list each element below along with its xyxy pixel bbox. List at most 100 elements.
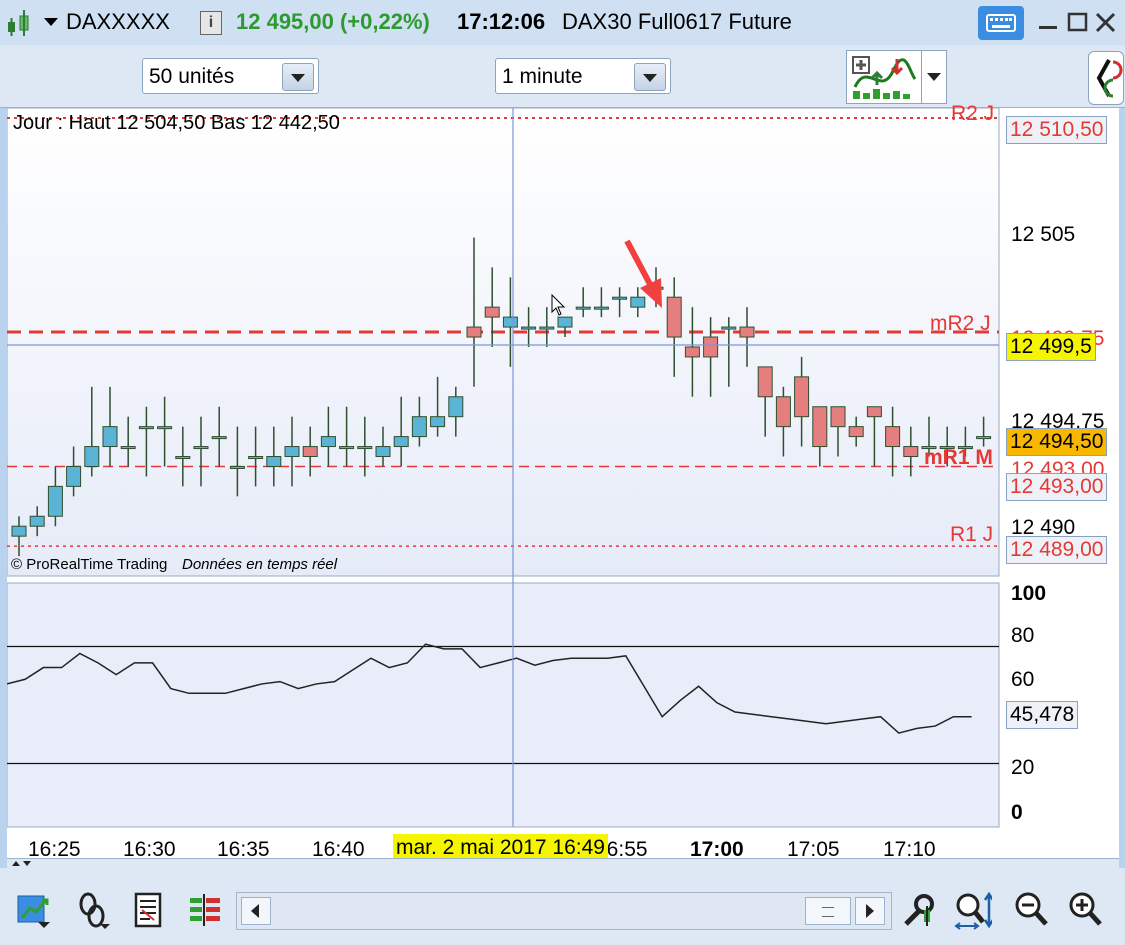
candle-body (266, 456, 282, 467)
candle-body (775, 396, 791, 428)
price-tag-low: 12 493,00 (1006, 473, 1108, 501)
candle-body (794, 376, 810, 418)
candle-body (84, 446, 100, 467)
minimize-icon[interactable] (1034, 8, 1062, 36)
candle-body (284, 446, 300, 458)
candle-body (557, 316, 573, 328)
collapse-up-icon[interactable] (12, 861, 20, 866)
indicator-tick: 20 (1011, 756, 1035, 779)
level-label-r1: R1 J (950, 523, 994, 546)
units-select[interactable]: 50 unités (142, 58, 319, 94)
horizontal-scrollbar[interactable] (236, 892, 892, 930)
candle-body (521, 326, 537, 330)
zoom-auto-icon[interactable] (952, 890, 992, 930)
price-change: 12 495,00 (+0,22%) (236, 9, 430, 34)
scroll-thumb-icon[interactable] (805, 897, 851, 925)
candle-body (903, 446, 919, 458)
realtime-label: Données en temps réel (182, 556, 338, 573)
scroll-right-icon[interactable] (855, 897, 885, 925)
indicator-panel (7, 582, 1000, 828)
indicator-tick: 80 (1011, 624, 1035, 647)
candle-body (102, 426, 118, 448)
chart-area[interactable]: Jour : Haut 12 504,50 Bas 12 442,50 © Pr… (7, 102, 1119, 862)
candle-body (448, 396, 464, 418)
price-tag-r1: 12 489,00 (1006, 536, 1108, 564)
crosshair-price-tag: 12 499,5 (1006, 333, 1096, 361)
candle-body (302, 446, 318, 458)
title-bar: DAXXXXX i 12 495,00 (+0,22%) 17:12:06 DA… (0, 0, 1125, 46)
level-label-r2: R2 J (951, 102, 995, 125)
candlestick-logo-icon (8, 10, 29, 36)
units-select-value: 50 unités (149, 65, 235, 88)
symbol-dropdown-icon[interactable] (44, 18, 58, 26)
candle-body (612, 296, 628, 300)
instrument-name: DAX30 Full0617 Future (562, 9, 792, 34)
indicator-tick: 100 (1011, 582, 1047, 605)
candle-body (211, 436, 227, 440)
last-price-tag: 12 494,50 (1006, 428, 1108, 456)
interval-select-value: 1 minute (502, 65, 583, 88)
candle-body (848, 426, 864, 438)
zoom-in-icon[interactable] (1066, 890, 1106, 930)
price-tick: 12 505 (1011, 223, 1076, 246)
candle-body (47, 485, 63, 517)
order-book-icon[interactable] (128, 890, 168, 930)
price-tag-r2: 12 510,50 (1006, 116, 1108, 144)
chevron-down-icon[interactable] (634, 63, 666, 91)
indicator-tick: 0 (1011, 801, 1023, 824)
chart-toolbar: 50 unités 1 minute (0, 45, 1125, 108)
zoom-out-icon[interactable] (1012, 890, 1052, 930)
close-icon[interactable] (1092, 8, 1120, 36)
maximize-icon[interactable] (1064, 8, 1092, 36)
indicator-value-tag: 45,478 (1006, 701, 1079, 729)
link-icon[interactable] (72, 890, 112, 930)
candle-body (866, 406, 882, 418)
candle-body (430, 416, 446, 428)
candle-body (575, 306, 591, 310)
candle-body (466, 326, 482, 338)
symbol-name[interactable]: DAXXXXX (66, 9, 170, 35)
candle-body (248, 456, 264, 460)
candle-body (593, 306, 609, 310)
price-panel (7, 108, 1000, 577)
order-list-icon[interactable] (186, 890, 226, 930)
candle-body (175, 456, 191, 460)
candle-body (484, 306, 500, 318)
level-label-mr1: mR1 M (924, 446, 993, 469)
indicators-icon[interactable] (846, 50, 922, 104)
chevron-down-icon (927, 73, 941, 81)
keyboard-icon[interactable] (978, 6, 1024, 40)
chart-canvas[interactable] (7, 108, 1119, 858)
auto-trade-icon[interactable] (14, 890, 54, 930)
candle-body (229, 465, 245, 469)
candle-body (157, 426, 173, 430)
scroll-left-icon[interactable] (241, 897, 271, 925)
candle-body (830, 406, 846, 428)
candle-body (393, 436, 409, 448)
bottom-toolbar (0, 868, 1125, 945)
candle-body (684, 346, 700, 358)
candle-body (193, 446, 209, 450)
info-icon[interactable]: i (200, 11, 222, 35)
candle-body (666, 296, 682, 338)
candle-body (539, 326, 555, 330)
candle-body (757, 366, 773, 398)
collapse-down-icon[interactable] (23, 861, 31, 866)
candle-body (29, 515, 45, 527)
candle-body (630, 296, 646, 308)
watermark: © ProRealTime Trading (11, 556, 168, 573)
settings-icon[interactable] (898, 890, 938, 930)
candle-body (339, 446, 355, 450)
candle-body (739, 326, 755, 338)
interval-select[interactable]: 1 minute (495, 58, 671, 94)
chevron-down-icon[interactable] (282, 63, 314, 91)
candle-body (812, 406, 828, 448)
chart-switch-icon[interactable] (1088, 51, 1124, 105)
day-high-low-label: Jour : Haut 12 504,50 Bas 12 442,50 (13, 112, 340, 134)
candle-body (375, 446, 391, 458)
clock-time: 17:12:06 (457, 9, 546, 34)
candle-body (703, 336, 719, 358)
candle-body (721, 326, 737, 330)
indicators-dropdown-button[interactable] (921, 50, 947, 104)
level-label-mr2: mR2 J (930, 312, 991, 335)
